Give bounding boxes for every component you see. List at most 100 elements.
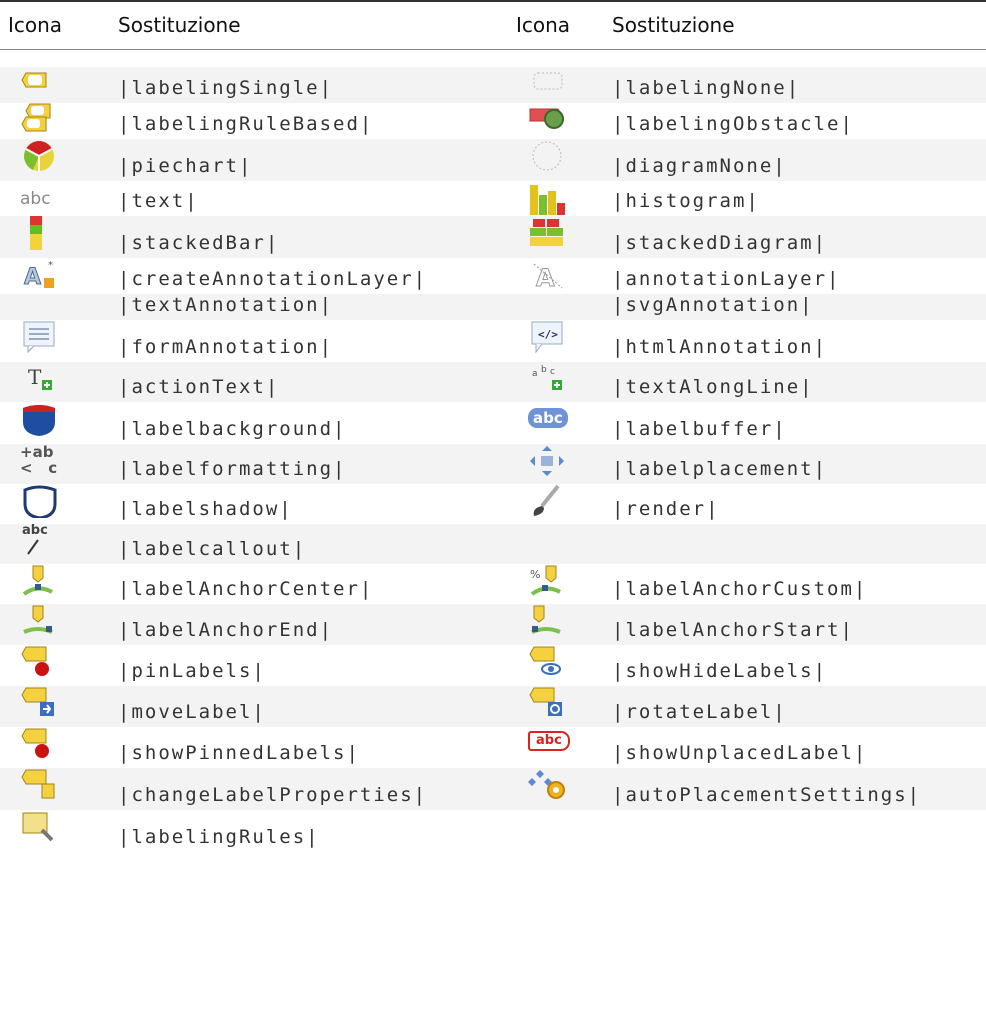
- substitution-cell-left: |labelAnchorCenter|: [118, 578, 374, 600]
- icon-cell-right: abc: [508, 362, 604, 402]
- substitution-cell-right: |showHideLabels|: [612, 660, 828, 682]
- table-row: |formAnnotation| </> |htmlAnnotation|: [0, 320, 986, 362]
- table-row: abc |labelcallout|: [0, 524, 986, 564]
- substitution-cell-right: |render|: [612, 498, 720, 520]
- table-header-row: Icona Sostituzione Icona Sostituzione: [0, 1, 986, 49]
- substitution-cell-left: |labelAnchorEnd|: [118, 619, 334, 641]
- table-row: |showPinnedLabels| abc |showUnplacedLabel|: [0, 727, 986, 768]
- substitution-cell-right: |labelingObstacle|: [612, 113, 854, 135]
- icon-cell-left: [0, 67, 110, 103]
- table-row: |labelingRules|: [0, 810, 986, 852]
- table-row: |moveLabel| |rotateLabel|: [0, 686, 986, 727]
- substitution-cell-left: |formAnnotation|: [118, 336, 334, 358]
- annotation-layer-icon: A: [528, 258, 570, 293]
- svg-text:T: T: [28, 365, 42, 389]
- substitution-cell-right: |diagramNone|: [612, 155, 787, 177]
- header-substitution-col-2: Sostituzione: [612, 13, 735, 38]
- form-annotation-icon: [20, 320, 62, 354]
- label-formatting-icon-label: +ab < c: [20, 443, 58, 477]
- table-row: |stackedBar| |stackedDiagram|: [0, 216, 986, 258]
- table-row: |textAnnotation| |svgAnnotation|: [0, 294, 986, 320]
- svg-text:*: *: [48, 260, 53, 271]
- substitution-cell-right: |showUnplacedLabel|: [612, 742, 868, 764]
- label-callout-icon-label: abc: [22, 523, 48, 538]
- substitution-cell-right: |labelAnchorStart|: [612, 619, 854, 641]
- label-callout-icon: abc: [20, 524, 62, 558]
- labeling-obstacle-icon: [528, 103, 570, 137]
- substitution-cell-left: |labelbackground|: [118, 418, 347, 440]
- icon-cell-left: T: [0, 362, 110, 402]
- show-unplaced-label-icon-label: abc: [528, 731, 570, 751]
- substitution-cell-left: |piechart|: [118, 155, 253, 177]
- substitution-cell-right: |labelAnchorCustom|: [612, 578, 868, 600]
- label-anchor-center-icon: [20, 564, 62, 598]
- label-background-icon: [20, 402, 62, 436]
- icon-cell-right: A: [508, 258, 604, 294]
- icon-cell-right: [508, 484, 604, 524]
- substitution-cell-right: [604, 524, 986, 564]
- substitution-cell-left: |showPinnedLabels|: [118, 742, 360, 764]
- substitution-cell-right: |svgAnnotation|: [612, 294, 814, 316]
- table-row: |labelshadow| |render|: [0, 484, 986, 524]
- icon-cell-right: abc: [508, 727, 604, 768]
- icon-cell-right: [508, 294, 604, 320]
- table-row: |labelingSingle| |labelingNone|: [0, 67, 986, 103]
- labeling-none-icon: [528, 67, 570, 101]
- label-anchor-start-icon: [528, 604, 570, 638]
- icon-cell-right: [508, 444, 604, 484]
- create-annotation-layer-icon: A *: [20, 258, 62, 292]
- header-icon-col-2: Icona: [516, 13, 571, 38]
- substitution-cell-left: |actionText|: [118, 376, 280, 398]
- label-anchor-custom-icon: %: [528, 564, 570, 598]
- labeling-rules-icon: [20, 810, 62, 844]
- substitution-cell-right: |labelbuffer|: [612, 418, 787, 440]
- labeling-rule-based-icon: [20, 103, 62, 137]
- substitution-cell-left: |labelingSingle|: [118, 77, 334, 99]
- label-anchor-end-icon: [20, 604, 62, 638]
- icon-cell-right: [508, 768, 604, 810]
- icon-cell-left: [0, 139, 110, 181]
- svg-text:</>: </>: [538, 328, 558, 341]
- svg-text:b: b: [541, 365, 547, 375]
- icon-cell-left: abc: [0, 181, 110, 216]
- icon-cell-right: [508, 810, 604, 852]
- text-icon: abc: [20, 181, 62, 215]
- svg-text:A: A: [536, 264, 555, 292]
- substitution-cell-right: |stackedDiagram|: [612, 232, 828, 254]
- substitution-cell-right: |textAlongLine|: [612, 376, 814, 398]
- substitution-cell-right: |autoPlacementSettings|: [612, 784, 922, 806]
- table-row: |labelbackground| abc |labelbuffer|: [0, 402, 986, 444]
- stacked-bar-icon: [20, 216, 62, 250]
- substitution-cell-left: |stackedBar|: [118, 232, 280, 254]
- icon-cell-left: [0, 604, 110, 645]
- label-placement-icon: [528, 444, 570, 478]
- icon-cell-left: [0, 216, 110, 258]
- icon-cell-left: A *: [0, 258, 110, 294]
- substitution-cell-left: |createAnnotationLayer|: [118, 268, 428, 290]
- auto-placement-settings-icon: [528, 768, 570, 802]
- substitution-cell-right: |rotateLabel|: [612, 701, 787, 723]
- icon-cell-right: [508, 645, 604, 686]
- table-row: A * |createAnnotationLayer| A |annotationLay…: [0, 258, 986, 294]
- substitution-cell-left: |text|: [118, 190, 199, 212]
- substitution-cell-left: |labelingRuleBased|: [118, 113, 374, 135]
- icon-cell-right: abc: [508, 402, 604, 444]
- substitution-cell-left: |pinLabels|: [118, 660, 266, 682]
- change-label-properties-icon: [20, 768, 62, 802]
- icon-cell-right: [508, 216, 604, 258]
- icon-cell-right: </>: [508, 320, 604, 362]
- move-label-icon: [20, 686, 62, 720]
- substitution-cell-left: |textAnnotation|: [118, 294, 334, 316]
- label-formatting-icon: +ab < c: [20, 444, 62, 478]
- table-row: |labelAnchorEnd| |labelAnchorStart|: [0, 604, 986, 645]
- labeling-single-icon: [20, 67, 62, 101]
- substitution-cell-right: |histogram|: [612, 190, 760, 212]
- substitution-cell-right: |htmlAnnotation|: [612, 336, 828, 358]
- show-hide-labels-icon: [528, 645, 570, 679]
- icon-cell-left: abc: [0, 524, 110, 564]
- substitution-cell-right: [604, 810, 986, 852]
- svg-text:c: c: [550, 367, 555, 377]
- table-row: |piechart| |diagramNone|: [0, 139, 986, 181]
- show-pinned-labels-icon: [20, 727, 62, 761]
- icon-cell-right: [508, 686, 604, 727]
